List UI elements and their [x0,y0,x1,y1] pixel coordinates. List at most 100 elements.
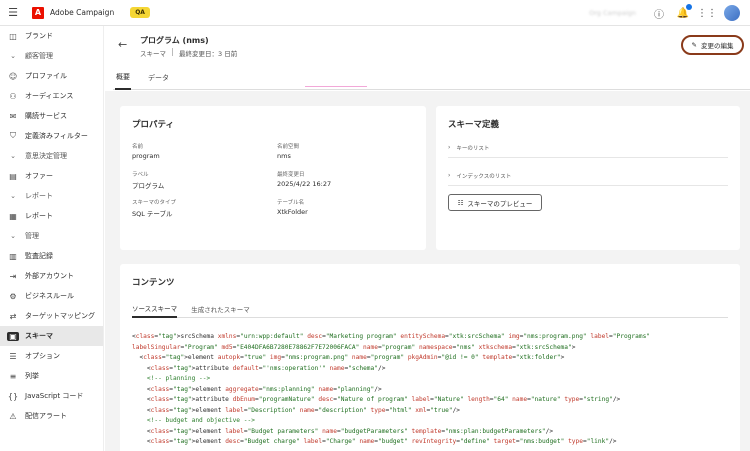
tab-overview[interactable]: 概要 [115,66,131,90]
sidebar-item[interactable]: {} JavaScript コード [0,386,103,406]
report-icon: ▦ [9,211,17,221]
sidebar-item[interactable]: ⚙ ビジネスルール [0,286,103,306]
list-tree-icon: ☷ [457,198,464,207]
external-account-icon: ⇥ [9,271,17,281]
sidebar-item-label: 配信アラート [25,412,67,420]
schema-type-label: スキーマ [140,50,166,58]
sidebar-item[interactable]: ☰ オプション [0,346,103,366]
sidebar-item-label: オプション [25,352,60,360]
sidebar-item[interactable]: ≡ 列挙 [0,366,103,386]
last-modified-label: 最終変更日：3 日前 [179,50,238,58]
sidebar-item[interactable]: ⚇ オーディエンス [0,86,103,106]
business-rule-icon: ⚙ [9,291,17,301]
alert-icon: ⚠ [9,411,17,421]
property-field: ラベル プログラム [132,170,164,190]
sidebar-item[interactable]: ▦ レポート [0,206,103,226]
sidebar-item-label: 管理 [25,232,39,240]
code-line: <class="tag">srcSchema xmlns="urn:wpp:de… [132,333,651,340]
property-label: スキーマのタイプ [132,200,177,206]
properties-card: プロパティ 名前 program 名前空間 nms ラベル プログラム 最終変更… [120,106,426,250]
sidebar-item[interactable]: ☺ プロファイル [0,66,103,86]
code-line: <!-- planning --> [132,375,211,382]
sidebar-item-label: 外部アカウント [25,272,74,280]
property-value: 2025/4/22 16:27 [277,180,332,188]
property-label: 名前 [132,144,144,150]
sidebar-item[interactable]: ⇄ ターゲットマッピング [0,306,103,326]
property-field: 名前空間 nms [277,142,299,160]
offer-icon: ▤ [9,171,17,181]
sidebar-section[interactable]: ⌄ 管理 [0,226,103,246]
sidebar-item[interactable]: ⛉ 定義済みフィルター [0,126,103,146]
property-value: プログラム [132,182,165,190]
contents-title: コンテンツ [132,278,175,288]
schema-preview-button[interactable]: ☷ スキーマのプレビュー [448,194,542,211]
content-area: プロパティ 名前 program 名前空間 nms ラベル プログラム 最終変更… [105,86,750,451]
back-arrow-icon[interactable]: ← [118,38,127,51]
code-line: labelSingular="Program" md5="E404DFA6B72… [132,343,576,351]
enum-icon: ≡ [9,371,17,381]
sidebar-section[interactable]: ⌄ 意思決定管理 [0,146,103,166]
edit-changes-button[interactable]: ✎ 変更の編集 [681,35,744,55]
filter-icon: ⛉ [10,131,16,140]
sidebar: ◫ ブランド ⌄ 顧客管理 ☺ プロファイル ⚇ オーディエンス ✉ 購読サービス ⛉ 定義済みフィル… [0,26,104,451]
audit-icon: ▥ [9,251,17,261]
sidebar-item-label: レポート [25,192,53,200]
sidebar-item-label: オーディエンス [25,92,74,100]
sidebar-item-label: 定義済みフィルター [25,132,88,140]
page-title: プログラム (nms) [140,36,209,45]
audience-icon: ⚇ [9,91,17,101]
sidebar-item-label: 顧客管理 [25,52,53,60]
property-label: ラベル [132,172,149,178]
sidebar-item[interactable]: ▤ オファー [0,166,103,186]
chevron-down-icon: ⌄ [10,152,16,160]
indexes-list-label: インデックスのリスト [456,173,512,180]
sidebar-item[interactable]: ◫ ブランド [0,26,103,46]
schema-definition-title: スキーマ定義 [448,120,500,130]
bell-icon[interactable]: 🔔 [676,4,692,20]
apps-grid-icon[interactable]: ⋮⋮ [697,6,717,20]
keys-list-label: キーのリスト [456,145,490,152]
user-avatar[interactable] [724,5,740,21]
sidebar-item[interactable]: ⚠ 配信アラート [0,406,103,426]
tab-generated-schema[interactable]: 生成されたスキーマ [191,300,250,318]
subtitle-divider [172,48,173,56]
property-field: 名前 program [132,142,160,160]
help-icon[interactable]: ⓘ [652,6,666,21]
property-value: SQL テーブル [132,210,173,218]
property-label: テーブル名 [277,200,305,206]
sidebar-item-label: 購読サービス [25,112,67,120]
source-code-view[interactable]: <class="tag">srcSchema xmlns="urn:wpp:de… [132,332,728,451]
code-line: <!-- budget and objective --> [132,417,255,424]
sidebar-item-label: オファー [25,172,53,180]
hamburger-menu-icon[interactable]: ☰ [0,0,26,26]
sidebar-item[interactable]: ✉ 購読サービス [0,106,103,126]
property-field: テーブル名 XtkFolder [277,198,308,216]
tab-data[interactable]: データ [147,66,170,90]
sidebar-item-label: 列挙 [25,372,39,380]
schema-preview-label: スキーマのプレビュー [467,199,533,208]
adobe-logo: A [32,6,44,19]
chevron-down-icon: ⌄ [10,232,16,240]
env-badge: QA [130,7,150,18]
decoration-line [305,86,367,87]
tab-source-schema[interactable]: ソーススキーマ [132,300,178,318]
sidebar-item[interactable]: ▥ 監査記録 [0,246,103,266]
org-switcher[interactable]: Org Campaign [589,9,636,17]
sidebar-item[interactable]: ⇥ 外部アカウント [0,266,103,286]
property-field: 最終変更日 2025/4/22 16:27 [277,170,331,188]
main-tabs: 概要 データ [113,66,750,90]
sidebar-section[interactable]: ⌄ レポート [0,186,103,206]
code-line: <class="tag">element aggregate="nms:plan… [132,385,382,393]
schema-definition-card: スキーマ定義 › キーのリスト › インデックスのリスト ☷ スキーマのプレビュ… [436,106,740,250]
sidebar-section[interactable]: ⌄ 顧客管理 [0,46,103,66]
top-bar: ☰ A Adobe Campaign QA Org Campaign ⓘ 🔔 ⋮… [0,0,750,26]
code-line: <class="tag">element label="Description"… [132,406,461,414]
brand-icon: ◫ [9,31,17,41]
sidebar-item-label: スキーマ [25,332,53,340]
chevron-down-icon: ⌄ [10,192,16,200]
contents-card: コンテンツ ソーススキーマ 生成されたスキーマ <class="tag">src… [120,264,740,451]
notification-dot [686,4,692,10]
keys-list-row[interactable]: › キーのリスト [448,138,728,158]
sidebar-item[interactable]: ▣ スキーマ [0,326,103,346]
indexes-list-row[interactable]: › インデックスのリスト [448,166,728,186]
